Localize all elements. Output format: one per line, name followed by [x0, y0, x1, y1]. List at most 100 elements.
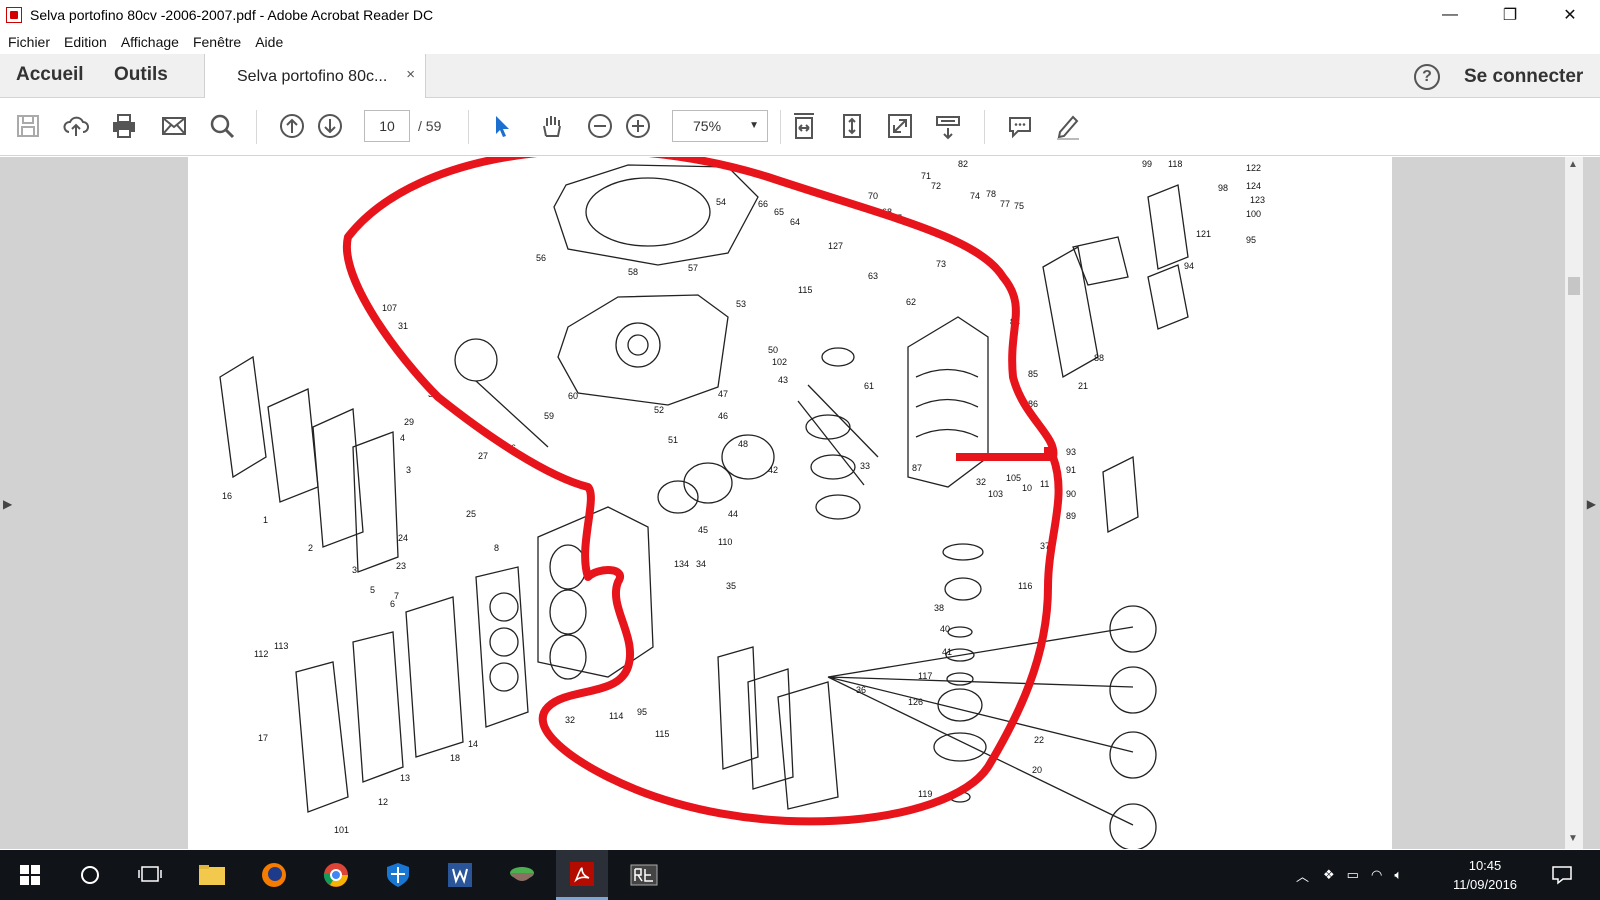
volume-icon[interactable]: 🔈︎ [1394, 867, 1402, 883]
menu-affichage[interactable]: Affichage [121, 34, 179, 50]
part-number-label: 61 [864, 381, 874, 391]
part-number-label: 66 [758, 199, 768, 209]
part-number-label: 62 [906, 297, 916, 307]
part-number-label: 1 [263, 515, 268, 525]
firefox-icon[interactable] [248, 850, 300, 900]
part-number-label: 107 [382, 303, 397, 313]
print-icon[interactable] [108, 110, 140, 142]
part-number-label: 23 [396, 561, 406, 571]
part-number-label: 82 [958, 159, 968, 169]
zoom-in-icon[interactable] [622, 110, 654, 142]
part-number-label: 105 [1006, 473, 1021, 483]
task-view-icon[interactable] [124, 850, 176, 900]
zoom-out-icon[interactable] [584, 110, 616, 142]
dropbox-icon[interactable]: ❖ [1323, 867, 1335, 883]
tab-bar: Accueil Outils Selva portofino 80c... × [0, 54, 1600, 99]
select-cursor-icon[interactable] [486, 110, 518, 142]
part-number-label: 43 [778, 375, 788, 385]
part-number-label: 2 [308, 543, 313, 553]
part-number-label: 51 [668, 435, 678, 445]
file-explorer-icon[interactable] [186, 850, 238, 900]
tab-document[interactable]: Selva portofino 80c... × [204, 54, 426, 99]
vertical-scrollbar[interactable]: ▲ ▼ [1565, 157, 1583, 849]
part-number-label: 20 [1032, 765, 1042, 775]
part-number-label: 89 [1066, 511, 1076, 521]
scroll-up-icon[interactable]: ▲ [1568, 159, 1578, 170]
left-panel-toggle-icon[interactable]: ▶ [3, 497, 12, 511]
menu-edition[interactable]: Edition [64, 34, 107, 50]
battery-icon[interactable]: ▭ [1347, 867, 1359, 883]
part-number-label: 118 [1168, 159, 1182, 169]
zoom-level-value: 75% [693, 118, 722, 134]
part-number-label: 91 [1066, 465, 1076, 475]
scroll-down-icon[interactable]: ▼ [1568, 833, 1578, 844]
help-icon[interactable]: ? [1414, 64, 1440, 90]
menu-aide[interactable]: Aide [255, 34, 283, 50]
read-mode-icon[interactable] [932, 110, 964, 142]
word-app-icon[interactable] [434, 850, 486, 900]
fit-page-icon[interactable] [836, 110, 868, 142]
part-number-label: 117 [918, 671, 932, 681]
email-icon[interactable] [158, 110, 190, 142]
chrome-icon[interactable] [310, 850, 362, 900]
maximize-button[interactable]: ❐ [1480, 0, 1540, 30]
cortana-search-icon[interactable] [64, 850, 116, 900]
part-number-label: 13 [400, 773, 410, 783]
menu-bar: Fichier Edition Affichage Fenêtre Aide [0, 30, 1600, 54]
part-number-label: 126 [908, 697, 923, 707]
highlight-pen-icon[interactable] [1052, 110, 1084, 142]
part-number-label: 25 [466, 509, 476, 519]
close-window-button[interactable]: ✕ [1540, 0, 1600, 30]
action-center-icon[interactable] [1536, 850, 1588, 900]
part-number-label: 24 [398, 533, 408, 543]
chevron-up-icon[interactable]: ︿ [1296, 866, 1309, 885]
bowl-app-icon[interactable] [496, 850, 548, 900]
next-page-icon[interactable] [314, 110, 346, 142]
menu-fenetre[interactable]: Fenêtre [193, 34, 241, 50]
part-number-label: 134 [674, 559, 689, 569]
acrobat-pdf-icon [6, 7, 22, 23]
signin-link[interactable]: Se connecter [1464, 66, 1583, 88]
part-number-label: 32 [976, 477, 986, 487]
pdf-page: 54 56 58 57 53 60 59 52 51 66 65 64 115 127 63 62 70 68 67… [188, 157, 1392, 849]
save-icon[interactable] [12, 110, 44, 142]
part-number-label: 10 [1022, 483, 1032, 493]
comment-icon[interactable] [1004, 110, 1036, 142]
right-panel-toggle-icon[interactable]: ▶ [1587, 497, 1596, 511]
page-number-input[interactable]: 10 [364, 110, 410, 142]
close-tab-icon[interactable]: × [406, 66, 415, 83]
scrollbar-thumb[interactable] [1568, 277, 1580, 295]
wifi-icon[interactable]: ◠ [1371, 867, 1382, 883]
acrobat-taskbar-icon[interactable] [556, 850, 608, 900]
part-number-label: 121 [1196, 229, 1211, 239]
menu-fichier[interactable]: Fichier [8, 34, 50, 50]
previous-page-icon[interactable] [276, 110, 308, 142]
part-number-label: 99 [1142, 159, 1152, 169]
clock-time: 10:45 [1468, 858, 1502, 873]
minimize-button[interactable]: — [1420, 0, 1480, 30]
defender-shield-icon[interactable] [372, 850, 424, 900]
reader-app-icon[interactable] [618, 850, 670, 900]
hand-tool-icon[interactable] [536, 110, 568, 142]
part-number-label: 40 [940, 624, 950, 634]
tab-tools[interactable]: Outils [114, 64, 168, 86]
tab-home[interactable]: Accueil [16, 64, 84, 86]
part-number-label: 64 [790, 217, 800, 227]
part-number-label: 115 [798, 285, 812, 295]
fit-width-icon[interactable] [788, 110, 820, 142]
windows-start-icon[interactable] [4, 850, 56, 900]
clock[interactable]: 10:45 11/09/2016 [1440, 856, 1530, 894]
part-number-label: 93 [1066, 447, 1076, 457]
part-number-label: 16 [222, 491, 232, 501]
part-number-label: 63 [868, 271, 878, 281]
toolbar: 10 / 59 75% ▼ [0, 98, 1600, 156]
cloud-upload-icon[interactable] [60, 110, 92, 142]
part-number-label: 60 [568, 391, 578, 401]
system-tray: ︿ ❖ ▭ ◠ 🔈︎ [1296, 850, 1402, 900]
part-number-label: 32 [565, 715, 575, 725]
document-viewport[interactable]: ▶ 54 56 58 57 53 60 59 52 51 66 65 64 11… [0, 157, 1600, 849]
full-screen-icon[interactable] [884, 110, 916, 142]
zoom-level-select[interactable]: 75% ▼ [672, 110, 768, 142]
search-icon[interactable] [206, 110, 238, 142]
part-number-label: 124 [1246, 181, 1261, 191]
